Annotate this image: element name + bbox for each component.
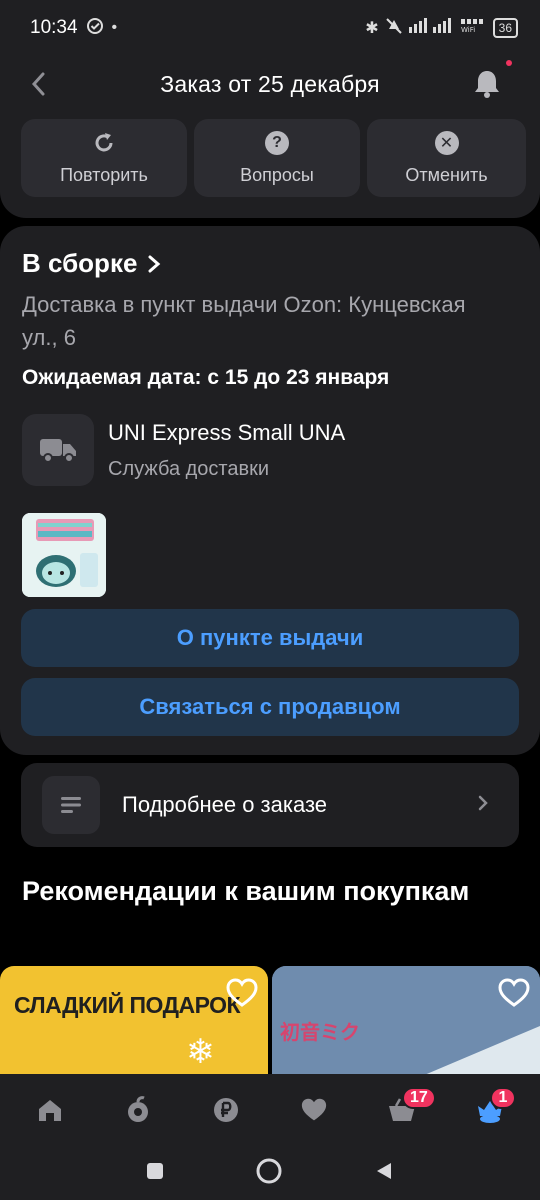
nav-favorites[interactable]: [284, 1085, 344, 1135]
mute-icon: [385, 17, 403, 40]
square-icon: [147, 1162, 163, 1179]
questions-label: Вопросы: [240, 164, 314, 185]
nav-cart[interactable]: 17: [372, 1085, 436, 1135]
battery-icon: 36: [492, 18, 518, 38]
order-status-link[interactable]: В сборке: [22, 248, 161, 279]
truck-icon: [22, 414, 94, 486]
document-icon: [42, 776, 100, 834]
profile-badge: 1: [490, 1087, 516, 1109]
delivery-address: Доставка в пункт выдачи Ozon: Кунцевская…: [22, 292, 466, 350]
snowflake-icon: ❄: [186, 1033, 215, 1071]
nav-profile[interactable]: 1: [460, 1085, 520, 1135]
cancel-icon: ✕: [434, 130, 459, 155]
bottom-navigation: 17 1: [0, 1074, 540, 1146]
svg-text:WiFi: WiFi: [461, 26, 475, 33]
repeat-label: Повторить: [60, 164, 148, 185]
nav-fresh[interactable]: [108, 1085, 168, 1135]
recommendations-title: Рекомендации к вашим покупкам: [22, 876, 470, 906]
cart-badge: 17: [402, 1087, 436, 1109]
bluetooth-icon: ✱: [365, 20, 379, 37]
chevron-right-icon: [148, 255, 161, 272]
recommendation-card[interactable]: СЛАДКИЙ ПОДАРОК ❄: [0, 966, 268, 1076]
recents-button[interactable]: [145, 1161, 165, 1186]
bell-icon: [475, 71, 499, 98]
wifi-icon: WiFi: [460, 17, 487, 39]
home-system-button[interactable]: [255, 1157, 283, 1190]
back-system-button[interactable]: [373, 1160, 395, 1187]
check-circle-icon: [86, 17, 104, 40]
favorites-icon: [301, 1098, 327, 1121]
system-navigation: [0, 1146, 540, 1200]
ruble-icon: [214, 1098, 238, 1122]
service-subtitle: Служба доставки: [108, 457, 270, 480]
notifications-button[interactable]: [472, 60, 512, 100]
nav-finance[interactable]: [196, 1085, 256, 1135]
fresh-icon: [128, 1096, 148, 1122]
nav-home[interactable]: [20, 1085, 80, 1135]
question-icon: ?: [265, 130, 289, 155]
questions-button[interactable]: ? Вопросы: [194, 119, 360, 197]
contact-seller-button[interactable]: Связаться с продавцом: [21, 678, 519, 736]
notification-dot: [506, 60, 512, 66]
favorite-heart-icon[interactable]: [498, 978, 530, 1008]
order-details-label: Подробнее о заказе: [122, 792, 328, 817]
signal-icon: [408, 17, 455, 39]
expected-date: Ожидаемая дата: с 15 до 23 января: [22, 366, 390, 389]
order-details-row[interactable]: Подробнее о заказе: [21, 763, 519, 847]
recommendation-card[interactable]: 初音ミク: [272, 966, 540, 1076]
dot-icon: •: [111, 19, 118, 36]
product-logo: 初音ミク: [280, 1022, 360, 1044]
home-icon: [39, 1100, 61, 1121]
order-header-card: Заказ от 25 декабря Повторить ? Вопросы …: [0, 56, 540, 218]
status-bar: 10:34 • ✱ WiFi 36: [0, 0, 540, 56]
promo-text: СЛАДКИЙ ПОДАРОК: [14, 992, 241, 1018]
page-title: Заказ от 25 декабря: [160, 70, 380, 97]
triangle-left-icon: [377, 1162, 391, 1179]
chevron-left-icon: [31, 72, 45, 96]
back-button[interactable]: [24, 66, 52, 102]
service-name: UNI Express Small UNA: [108, 419, 346, 445]
favorite-heart-icon[interactable]: [226, 978, 258, 1008]
status-time: 10:34: [30, 17, 78, 38]
header: Заказ от 25 декабря: [0, 56, 540, 112]
order-status: В сборке: [22, 248, 138, 278]
pickup-point-button[interactable]: О пункте выдачи: [21, 609, 519, 667]
repeat-icon: [92, 131, 116, 155]
chevron-right-icon: [477, 792, 489, 818]
product-thumbnail[interactable]: [22, 513, 106, 597]
order-actions: Повторить ? Вопросы ✕ Отменить: [21, 119, 526, 197]
order-status-card: В сборке Доставка в пункт выдачи Ozon: К…: [0, 226, 540, 755]
cancel-button[interactable]: ✕ Отменить: [367, 119, 526, 197]
repeat-button[interactable]: Повторить: [21, 119, 187, 197]
cancel-label: Отменить: [405, 164, 488, 185]
circle-icon: [256, 1158, 282, 1183]
delivery-service: UNI Express Small UNA Служба доставки: [22, 414, 345, 486]
